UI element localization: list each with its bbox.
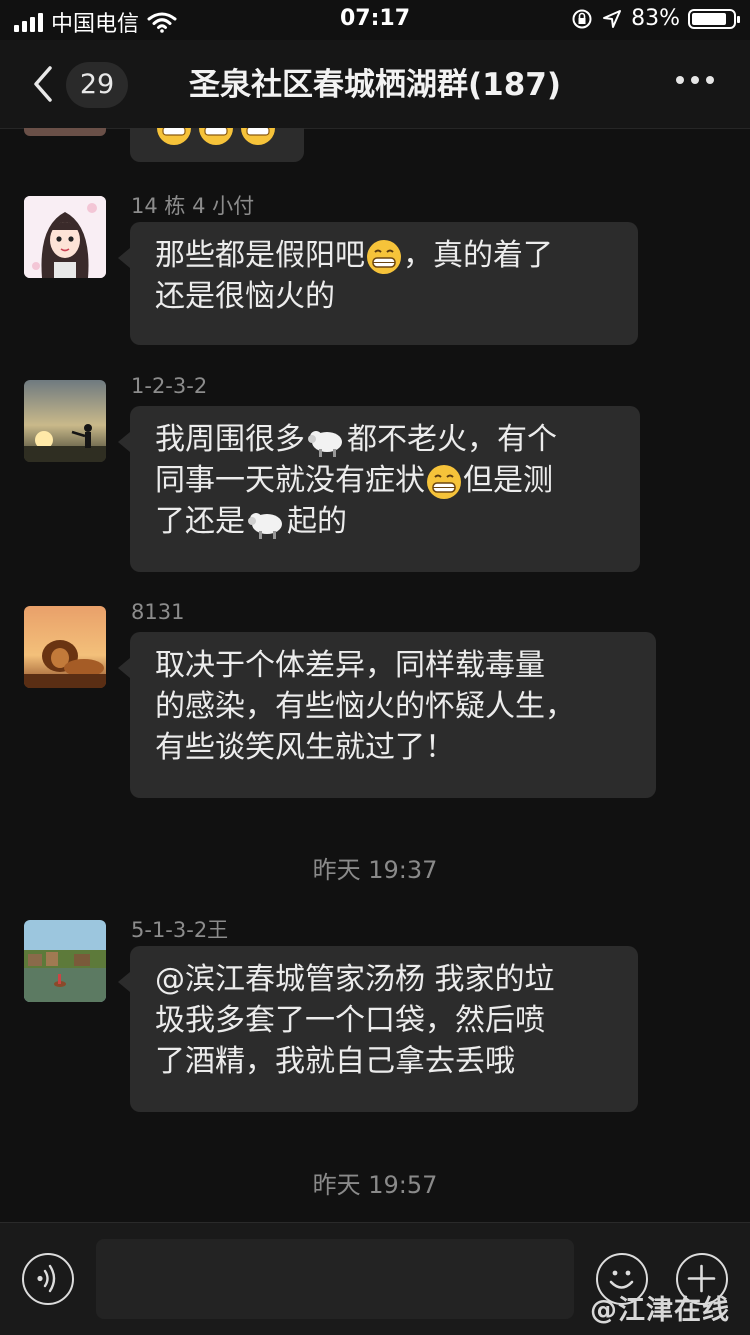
message-bubble[interactable]: 那些都是假阳吧 ，真的着了 还是很恼火的 xyxy=(118,222,638,345)
battery-icon xyxy=(688,8,740,29)
timestamp: 昨天 19:37 xyxy=(312,856,438,884)
nav-bar: 29 圣泉社区春城栖湖群(187) xyxy=(0,40,750,129)
sender-name: 14 栋 4 小付 xyxy=(131,194,255,218)
location-icon xyxy=(603,9,622,28)
avatar-river-town xyxy=(24,920,106,1002)
more-dot xyxy=(676,76,684,84)
unread-count-badge[interactable]: 29 xyxy=(66,62,128,108)
timestamp: 昨天 19:57 xyxy=(312,1171,438,1199)
avatar-cartoon-girl xyxy=(24,196,106,278)
message-bubble[interactable]: @滨江春城管家汤杨 我家的垃 圾我多套了一个口袋，然后喷 了酒精，我就自己拿去丢… xyxy=(118,946,638,1112)
message-text: 那些都是假阳吧 xyxy=(155,238,365,273)
message-text: @滨江春城管家汤杨 我家的垃 圾我多套了一个口袋，然后喷 了酒精，我就自己拿去丢… xyxy=(155,962,555,1079)
back-chevron-icon[interactable] xyxy=(30,64,58,104)
voice-icon xyxy=(37,1264,56,1293)
chat-title: 圣泉社区春城栖湖群(187) xyxy=(188,67,562,103)
sender-name: 5-1-3-2王 xyxy=(131,918,229,942)
sender-name: 1-2-3-2 xyxy=(131,374,208,398)
avatar[interactable] xyxy=(24,920,106,1002)
sheep-icon xyxy=(308,430,342,457)
avatar[interactable] xyxy=(24,196,106,278)
battery-percent: 83% xyxy=(631,6,680,31)
avatar-lion-sunset xyxy=(24,606,106,688)
avatar-sunset-silhouette xyxy=(24,380,106,462)
more-dot xyxy=(706,76,714,84)
message-input[interactable] xyxy=(96,1239,574,1319)
grinning-face-icon xyxy=(157,128,275,145)
message-text: 起的 xyxy=(287,504,347,539)
previous-bubble xyxy=(130,128,304,162)
status-right: 83% xyxy=(571,6,740,31)
grinning-face-icon xyxy=(427,464,461,499)
avatar[interactable] xyxy=(24,606,106,688)
voice-input-button[interactable] xyxy=(22,1253,74,1305)
message-bubble[interactable]: 取决于个体差异，同样载毒量 的感染，有些恼火的怀疑人生， 有些谈笑风生就过了！ xyxy=(118,632,656,798)
watermark-text: @江津在线 xyxy=(590,1295,730,1326)
sender-name: 8131 xyxy=(131,600,185,624)
message-bubble[interactable]: 我周围很多 都不老火，有个 同事一天就没有症状 但是测 了还是 起的 xyxy=(118,406,640,572)
grinning-face-icon xyxy=(367,239,401,274)
message-text: 我周围很多 xyxy=(155,422,305,457)
more-dot xyxy=(691,76,699,84)
sheep-icon xyxy=(248,512,282,539)
status-bar: 中国电信 07:17 83% xyxy=(0,0,750,40)
avatar[interactable] xyxy=(24,380,106,462)
message-text: 取决于个体差异，同样载毒量 的感染，有些恼火的怀疑人生， 有些谈笑风生就过了！ xyxy=(155,648,575,765)
rotation-lock-icon xyxy=(572,9,592,28)
previous-avatar xyxy=(24,128,106,136)
more-options-button[interactable] xyxy=(676,76,714,84)
